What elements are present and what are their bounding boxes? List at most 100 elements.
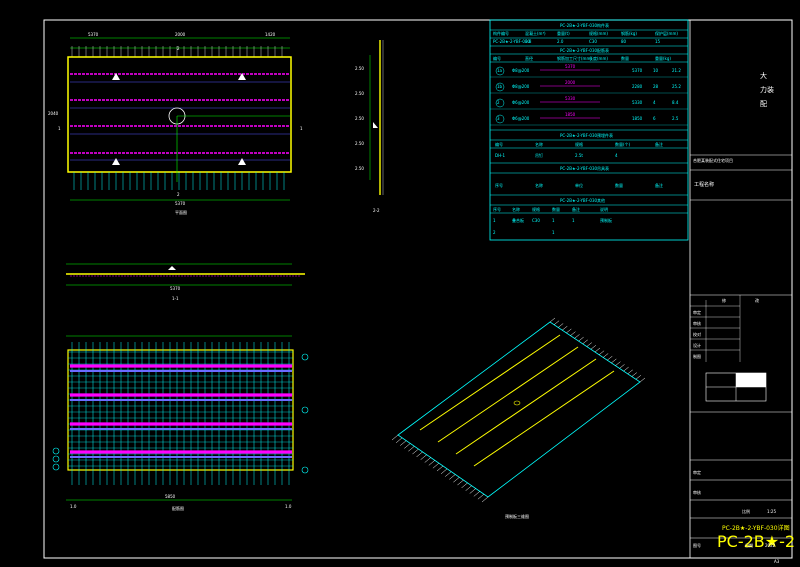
rebar-dim-bottom: 5850 [165, 494, 176, 499]
iso-bar [465, 485, 472, 491]
iso-bar [635, 375, 642, 380]
stamp-char-2: 力 [760, 85, 767, 94]
table2-id: 1b [497, 84, 503, 89]
table3-cell: 4 [615, 153, 618, 158]
cad-drawing-canvas: 5370 2000 1420 2040 1 1 2 2 5370 平面图 2.5… [43, 19, 795, 564]
table4-cell: 数量 [615, 182, 623, 188]
table2-length: 1850 [632, 116, 643, 121]
table2-count: 10 [653, 68, 659, 73]
rebar-view-label: 配筋图 [172, 505, 184, 511]
project-label: 工程名称 [694, 181, 714, 188]
table2-title: PC-2B★-2-YBF-030配筋表 [560, 47, 609, 53]
table1-header: 保护层(mm) [655, 30, 678, 36]
footer-left: 图号 [693, 542, 701, 548]
iso-bar [594, 347, 601, 353]
iso-bar [445, 471, 452, 477]
svg-text:1.0: 1.0 [70, 504, 77, 509]
table4-cell: 备注 [655, 182, 663, 188]
iso-bar [408, 446, 415, 452]
revision-header-1: 修 [722, 297, 726, 303]
iso-bar [400, 440, 407, 446]
iso-bar [627, 369, 633, 375]
sign-row-label: 审核 [693, 320, 701, 326]
iso-bar [603, 353, 609, 358]
sign-row-label: 审定 [693, 309, 701, 315]
iso-bar [481, 496, 489, 503]
table2-count: 6 [653, 116, 656, 121]
table3-header: 数量(个) [615, 141, 631, 147]
table2-weight: 21.2 [672, 68, 681, 73]
iso-bar [639, 377, 646, 383]
section-2-2-label: 2-2 [373, 208, 380, 213]
iso-bar [461, 482, 468, 489]
section-2-2: 2.50 2.50 2.50 2.50 2.50 2-2 [355, 40, 384, 213]
scale-label: 比例 [742, 508, 750, 514]
plan-dim-top: 5370 [88, 32, 99, 37]
table1-header: 重量(t) [557, 30, 570, 36]
table2-count: 28 [653, 84, 659, 89]
tables-block: PC-2B★-2-YBF-030构件表 构件编号 混凝土(m³) 重量(t) 规格(m… [489, 19, 689, 241]
plan-dim-bottom: 5370 [175, 201, 186, 206]
iso-bar [570, 331, 576, 336]
section-1-1-label: 1-1 [172, 296, 179, 301]
date-label: 日期 [745, 542, 753, 548]
table5-header: 备注 [572, 206, 580, 212]
table1-header: 规格(mm) [589, 30, 608, 36]
table5-header: 说明 [600, 206, 608, 212]
iso-bar [416, 451, 423, 458]
iso-bar [619, 364, 625, 369]
table2-header: 编号 [493, 55, 501, 61]
table1-cell: 80 [621, 39, 627, 44]
table2-diameter: Φ8@200 [512, 84, 530, 89]
table1-cell: 2.0 [557, 39, 564, 44]
table5-cell: 叠合板 [512, 217, 524, 223]
iso-bar [590, 345, 597, 350]
iso-panel [397, 321, 641, 498]
plan-view-label: 平面图 [175, 209, 187, 215]
table4-cell: 单位 [575, 182, 583, 188]
iso-bar [553, 320, 560, 325]
table1-cell: 15 [655, 39, 661, 44]
corner-mark: A3 [774, 559, 780, 564]
iso-bar [631, 372, 637, 377]
table2-header: 长度(mm) [589, 55, 608, 61]
iso-bar [477, 493, 485, 500]
iso-bar [607, 355, 613, 361]
iso-bar [473, 491, 480, 497]
svg-text:1420: 1420 [265, 32, 276, 37]
iso-bar [440, 468, 448, 475]
lift-point-3 [112, 158, 120, 165]
iso-bar [453, 477, 460, 483]
project-caption: 合肥某装配式住宅项目 [693, 157, 733, 163]
svg-text:5370: 5370 [170, 286, 181, 291]
table2-id: 1a [497, 68, 503, 73]
iso-bar [574, 334, 580, 339]
iso-bar [578, 336, 584, 342]
table2-count: 4 [653, 100, 656, 105]
iso-view: 预制板三维图 [391, 317, 646, 519]
table2-weight: 8.4 [672, 100, 679, 105]
sign-row-label: 校对 [693, 331, 701, 337]
svg-text:1: 1 [58, 126, 61, 131]
table1-header: 钢筋(kg) [621, 30, 637, 36]
stamp-char-3: 装 [767, 85, 774, 94]
table2-header: 重量(kg) [655, 55, 671, 61]
table2-diameter: Φ8@200 [512, 68, 530, 73]
table4-title: PC-2B★-2-YBF-030吊具表 [560, 165, 609, 171]
iso-bar [566, 328, 572, 334]
table1-header: 构件编号 [493, 30, 509, 36]
table3-cell: 2.5t [575, 153, 583, 158]
svg-text:2: 2 [177, 46, 180, 51]
table3-title: PC-2B★-2-YBF-030预埋件表 [560, 132, 613, 138]
table2-length: 5370 [632, 68, 643, 73]
table2-id: 2 [497, 100, 500, 105]
iso-bar [436, 465, 444, 472]
table2-header: 直径 [525, 55, 533, 61]
rebar-grid [68, 342, 293, 485]
table2-shape: 1850 [565, 112, 576, 117]
table5-cell: 预制板 [600, 217, 612, 223]
table5-header: 序号 [493, 206, 501, 212]
table5-cell: 1 [493, 218, 496, 223]
svg-text:2000: 2000 [175, 32, 186, 37]
sign-row-label: 设计 [693, 342, 701, 348]
